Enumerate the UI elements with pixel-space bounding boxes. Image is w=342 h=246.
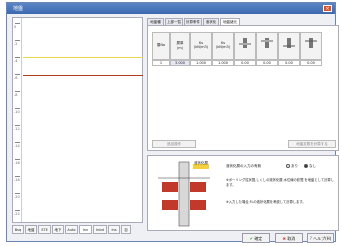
ruler-label: -10	[14, 110, 20, 114]
ruler-label: -6	[14, 76, 18, 80]
tab-inn[interactable]: Inn	[79, 225, 92, 234]
ruler-tick	[15, 108, 20, 109]
tab-jiban[interactable]: 地盤	[25, 225, 37, 234]
cancel-button[interactable]: ✖ 取消	[275, 233, 303, 243]
water-level-line	[23, 57, 143, 58]
close-button[interactable]: ×	[323, 5, 332, 12]
col-header-thickness: 層厚 (m)	[170, 32, 190, 60]
ruler-label: -2	[14, 42, 18, 46]
ruler-tick	[15, 193, 20, 194]
ruler-tick	[15, 91, 20, 92]
tab-ste[interactable]: STE	[38, 225, 51, 234]
ruler-label: -16	[14, 161, 20, 165]
col-header-ks2: Ks (kN/m3)	[212, 32, 234, 60]
ruler-tick	[15, 176, 20, 177]
tab-chika[interactable]: 地下	[52, 225, 64, 234]
note-1: ※ボーリング柱状図,しくしの液状化層,水位線の影響,を地盤として計算します。	[226, 178, 335, 187]
liquefaction-option-label: 液状化層の入力の有無	[226, 164, 261, 168]
ruler-label: 0	[14, 25, 17, 29]
dialog-window: 地盤 × 0 -2 -4 -6 -8 -10 -12 -14 -16 -18 -…	[6, 2, 339, 243]
col-header-pile1	[234, 32, 256, 60]
tab-bsq[interactable]: Bsq	[12, 225, 24, 234]
ruler-label: -14	[14, 144, 20, 148]
ruler-tick	[15, 74, 20, 75]
ruler-tick	[15, 125, 20, 126]
col-header-ks1: Ks (kN/m3)	[190, 32, 212, 60]
ruler-tick	[15, 142, 20, 143]
ruler-label: -8	[14, 93, 18, 97]
question-icon: ?	[309, 236, 312, 241]
ruler-tick	[15, 40, 20, 41]
ruler-tick	[15, 57, 20, 58]
header-label: 層No	[156, 43, 166, 47]
ok-label: 確定	[254, 236, 263, 241]
layer-boundary-line	[23, 75, 143, 76]
ok-button[interactable]: ✔ 確定	[242, 233, 270, 243]
cell-ks1[interactable]: 1.000	[190, 60, 212, 66]
col-header-pile4	[300, 32, 322, 60]
window-title: 地盤	[13, 6, 24, 12]
cell-value[interactable]: 0.00	[256, 60, 278, 66]
tab-ins[interactable]: Ins	[108, 225, 120, 234]
pile-icon	[261, 38, 273, 48]
ruler-label: -20	[14, 195, 20, 199]
ruler-tick	[15, 23, 20, 24]
cell-value[interactable]: 0.00	[278, 60, 300, 66]
ruler-label: -22	[14, 212, 20, 216]
pile-icon	[305, 38, 317, 48]
cell-layer-no[interactable]: 1	[152, 60, 170, 66]
pile-diagram	[158, 161, 210, 227]
ruler-label: -4	[14, 59, 18, 63]
cross-icon: ✖	[282, 236, 287, 241]
col-header-pile2	[256, 32, 278, 60]
radio-yes-label: あり	[291, 164, 298, 168]
soil-table-panel: 層No 層厚 (m) Ks (kN/m3) Ks (kN/m3) 1 3.000 1.…	[147, 25, 339, 151]
tab-auto[interactable]: Auto	[65, 225, 78, 234]
ruler-tick	[15, 159, 20, 160]
calculate-soil-button[interactable]: 地盤定数を計算する	[288, 140, 336, 148]
pile-icon	[239, 38, 251, 48]
soil-graph: 0 -2 -4 -6 -8 -10 -12 -14 -16 -18 -20 -2…	[12, 17, 143, 223]
ruler-label: -18	[14, 178, 20, 182]
col-header-layer: 層No	[152, 32, 170, 60]
cell-thickness[interactable]: 3.000	[170, 60, 190, 66]
liquefaction-panel: 液状化層 液状化層の入力の有無 あり なし ※ボーリング柱状図,しくしの液状化層…	[147, 155, 339, 231]
col-header-pile3	[278, 32, 300, 60]
note-2: ※入力した場合,FLの液状化層を考慮して計算します。	[226, 200, 306, 204]
header-unit: (kN/m3)	[193, 45, 209, 49]
check-icon: ✔	[249, 236, 254, 241]
tab-inbd[interactable]: Inbd	[93, 225, 107, 234]
radio-no[interactable]	[304, 164, 308, 168]
header-unit: (kN/m3)	[215, 45, 231, 49]
pile-icon	[283, 38, 295, 48]
cell-value[interactable]: 0.00	[234, 60, 256, 66]
add-operation-button[interactable]: 追加操作	[152, 140, 196, 148]
header-unit: (m)	[176, 46, 184, 50]
ruler-tick	[15, 210, 20, 211]
help-button[interactable]: ? ヘルプ(H)	[307, 233, 334, 243]
help-label: ヘルプ(H)	[313, 236, 332, 241]
tab-self[interactable]: 自	[121, 225, 131, 234]
depth-ruler: 0 -2 -4 -6 -8 -10 -12 -14 -16 -18 -20 -2…	[13, 18, 22, 222]
title-bar: 地盤 ×	[7, 3, 335, 14]
cancel-label: 取消	[287, 236, 296, 241]
ruler-label: -12	[14, 127, 20, 131]
radio-no-label: なし	[309, 164, 316, 168]
cell-value[interactable]: 0.00	[300, 60, 322, 66]
cell-ks2[interactable]: 1.000	[212, 60, 234, 66]
legend-label: 液状化層	[194, 161, 208, 165]
radio-yes[interactable]	[286, 164, 290, 168]
